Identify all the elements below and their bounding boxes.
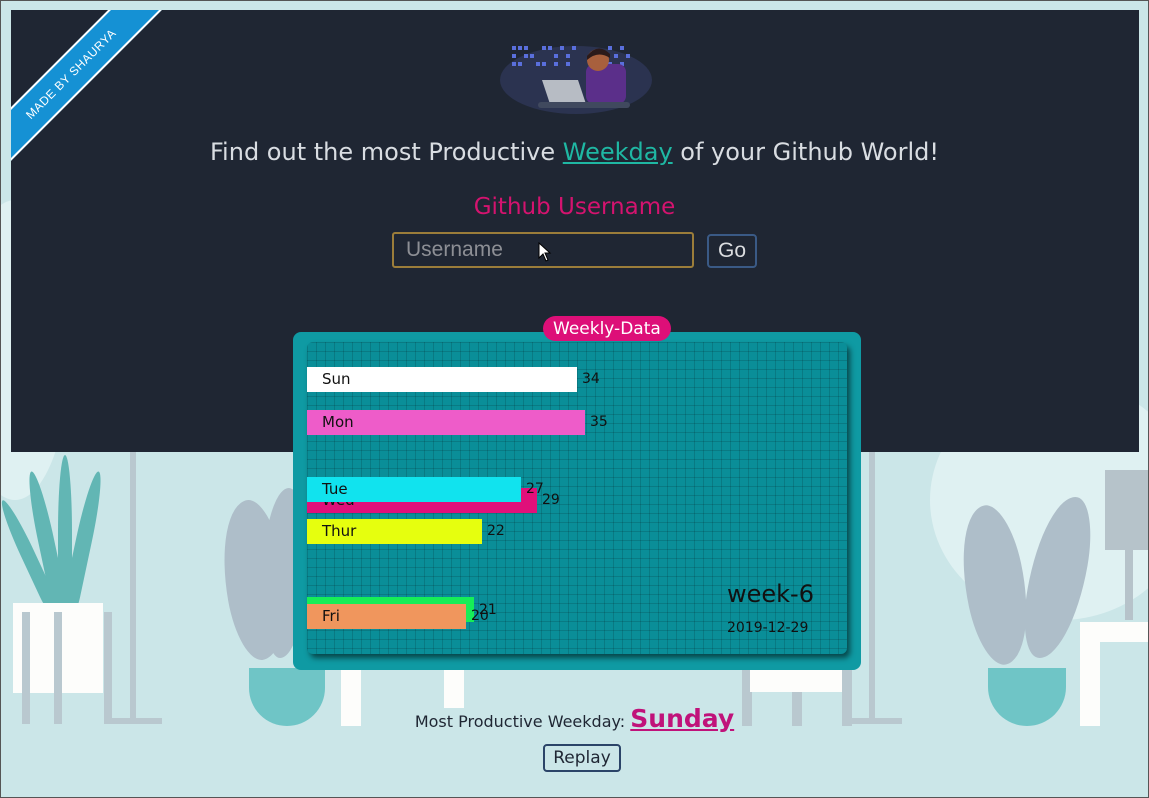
username-label: Github Username	[473, 194, 676, 220]
bar-label-thur: Thur	[322, 522, 357, 540]
headline-weekday-link[interactable]: Weekday	[563, 138, 673, 166]
week-date: 2019-12-29	[727, 620, 809, 636]
bar-label-fri: Fri	[322, 607, 340, 625]
bar-value-sun: 34	[582, 371, 600, 387]
result-day-link[interactable]: Sunday	[630, 704, 734, 733]
week-label: week-6	[727, 580, 814, 608]
bar-label-mon: Mon	[322, 413, 354, 431]
result-line: Most Productive Weekday: Sunday	[0, 704, 1149, 733]
bar-label-tue: Tue	[322, 480, 348, 498]
headline-before: Find out the most Productive	[210, 138, 563, 166]
bar-value-fri: 20	[471, 608, 489, 624]
bar-value-tue: 27	[526, 481, 544, 497]
bar-label-sun: Sun	[322, 370, 351, 388]
replay-button[interactable]: Replay	[543, 744, 621, 772]
result-prefix: Most Productive Weekday:	[414, 712, 631, 731]
headline: Find out the most Productive Weekday of …	[0, 138, 1149, 166]
bar-value-mon: 35	[590, 414, 608, 430]
bar-value-wed: 29	[542, 492, 560, 508]
mouse-cursor-icon	[538, 242, 552, 262]
weekly-data-tag: Weekly-Data	[543, 316, 671, 341]
go-button[interactable]: Go	[707, 234, 757, 268]
bar-value-thur: 22	[487, 523, 505, 539]
developer-illustration	[500, 46, 652, 114]
headline-after: of your Github World!	[672, 138, 939, 166]
